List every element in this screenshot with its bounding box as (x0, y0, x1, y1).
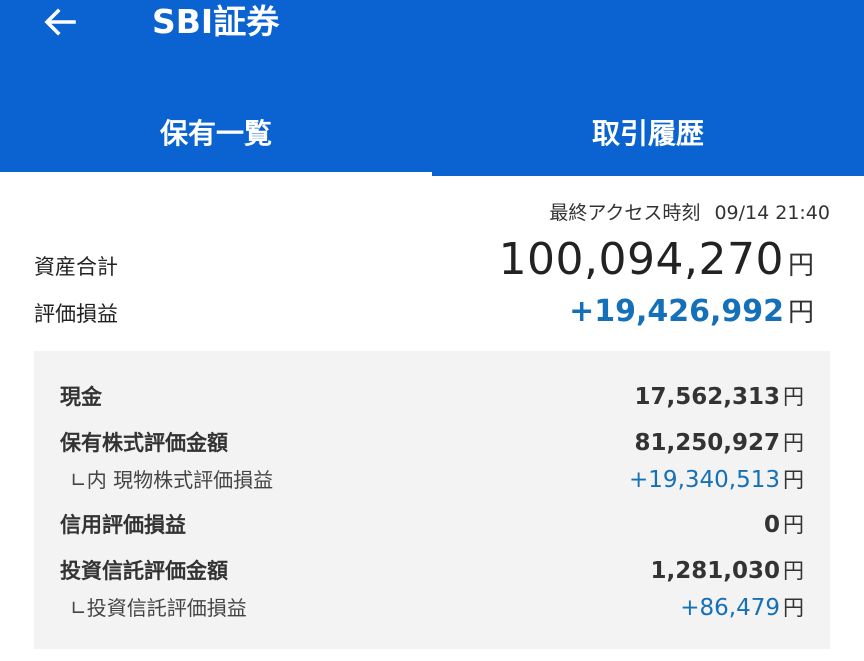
app-bar: SBI証券 保有一覧 取引履歴 (0, 0, 864, 176)
breakdown-row-fund-value: 投資信託評価金額 1,281,030 円 (60, 555, 804, 585)
yen-unit: 円 (783, 431, 804, 455)
breakdown-value: +19,340,513 (629, 467, 780, 493)
total-assets-value-group: 100,094,270 円 (499, 234, 814, 285)
unrealized-pl-value: +19,426,992 (569, 294, 784, 329)
breakdown-value-group: 0円 (764, 509, 804, 539)
yen-unit: 円 (783, 385, 804, 409)
breakdown-label: 投資信託評価金額 (60, 559, 228, 583)
tab-holdings-label: 保有一覧 (159, 117, 272, 150)
tab-trade-history-label: 取引履歴 (591, 117, 704, 150)
last-access-label: 最終アクセス時刻 (549, 202, 701, 224)
breakdown-value-group: +19,340,513 円 (629, 464, 804, 494)
yen-unit: 円 (783, 559, 804, 583)
tab-holdings[interactable]: 保有一覧 (0, 92, 432, 176)
last-access-time: 09/14 21:40 (714, 202, 830, 224)
unrealized-pl-row: 評価損益 +19,426,992 円 (34, 292, 814, 329)
total-assets-row: 資産合計 100,094,270 円 (34, 234, 814, 285)
breakdown-row-cash: 現金 17,562,313 円 (60, 381, 804, 411)
breakdown-value: 81,250,927 (634, 430, 780, 456)
total-assets-label: 資産合計 (34, 255, 118, 279)
tab-bar: 保有一覧 取引履歴 (0, 92, 864, 176)
breakdown-value-group: 81,250,927 円 (634, 427, 804, 457)
yen-unit: 円 (787, 298, 814, 328)
breakdown-row-stock-value: 保有株式評価金額 81,250,927 円 (60, 427, 804, 457)
breakdown-value: 1,281,030 (650, 558, 781, 584)
back-button[interactable] (36, 0, 84, 44)
last-access: 最終アクセス時刻 09/14 21:40 (549, 198, 830, 225)
breakdown-value-group: 1,281,030 円 (651, 555, 805, 585)
breakdown-value: +86,479 (680, 595, 780, 621)
yen-unit: 円 (787, 251, 814, 281)
breakdown-label: 保有株式評価金額 (60, 431, 228, 455)
unrealized-pl-value-group: +19,426,992 円 (569, 292, 814, 329)
app-title: SBI証券 (152, 2, 280, 41)
unrealized-pl-label: 評価損益 (34, 302, 118, 326)
breakdown-sub-label: ∟内 現物株式評価損益 (70, 468, 274, 492)
breakdown-value: 0 (763, 512, 780, 538)
yen-unit: 円 (783, 596, 804, 620)
tab-trade-history[interactable]: 取引履歴 (432, 92, 864, 176)
breakdown-label: 現金 (60, 385, 102, 409)
total-assets-value: 100,094,270 (498, 234, 784, 285)
breakdown-row-margin-pl: 信用評価損益 0円 (60, 509, 804, 539)
breakdown-value-group: +86,479 円 (680, 592, 804, 622)
breakdown-row-spot-stock-pl: ∟内 現物株式評価損益 +19,340,513 円 (60, 464, 804, 494)
arrow-left-icon (44, 8, 76, 36)
yen-unit: 円 (783, 468, 804, 492)
breakdown-label: 信用評価損益 (60, 513, 186, 537)
breakdown-value: 17,562,313 (634, 384, 780, 410)
breakdown-row-fund-pl: ∟投資信託評価損益 +86,479 円 (60, 592, 804, 622)
breakdown-sub-label: ∟投資信託評価損益 (70, 596, 247, 620)
asset-breakdown-panel: 現金 17,562,313 円 保有株式評価金額 81,250,927 円 ∟内 現… (34, 351, 830, 649)
yen-unit: 円 (783, 513, 804, 537)
breakdown-value-group: 17,562,313 円 (634, 381, 804, 411)
